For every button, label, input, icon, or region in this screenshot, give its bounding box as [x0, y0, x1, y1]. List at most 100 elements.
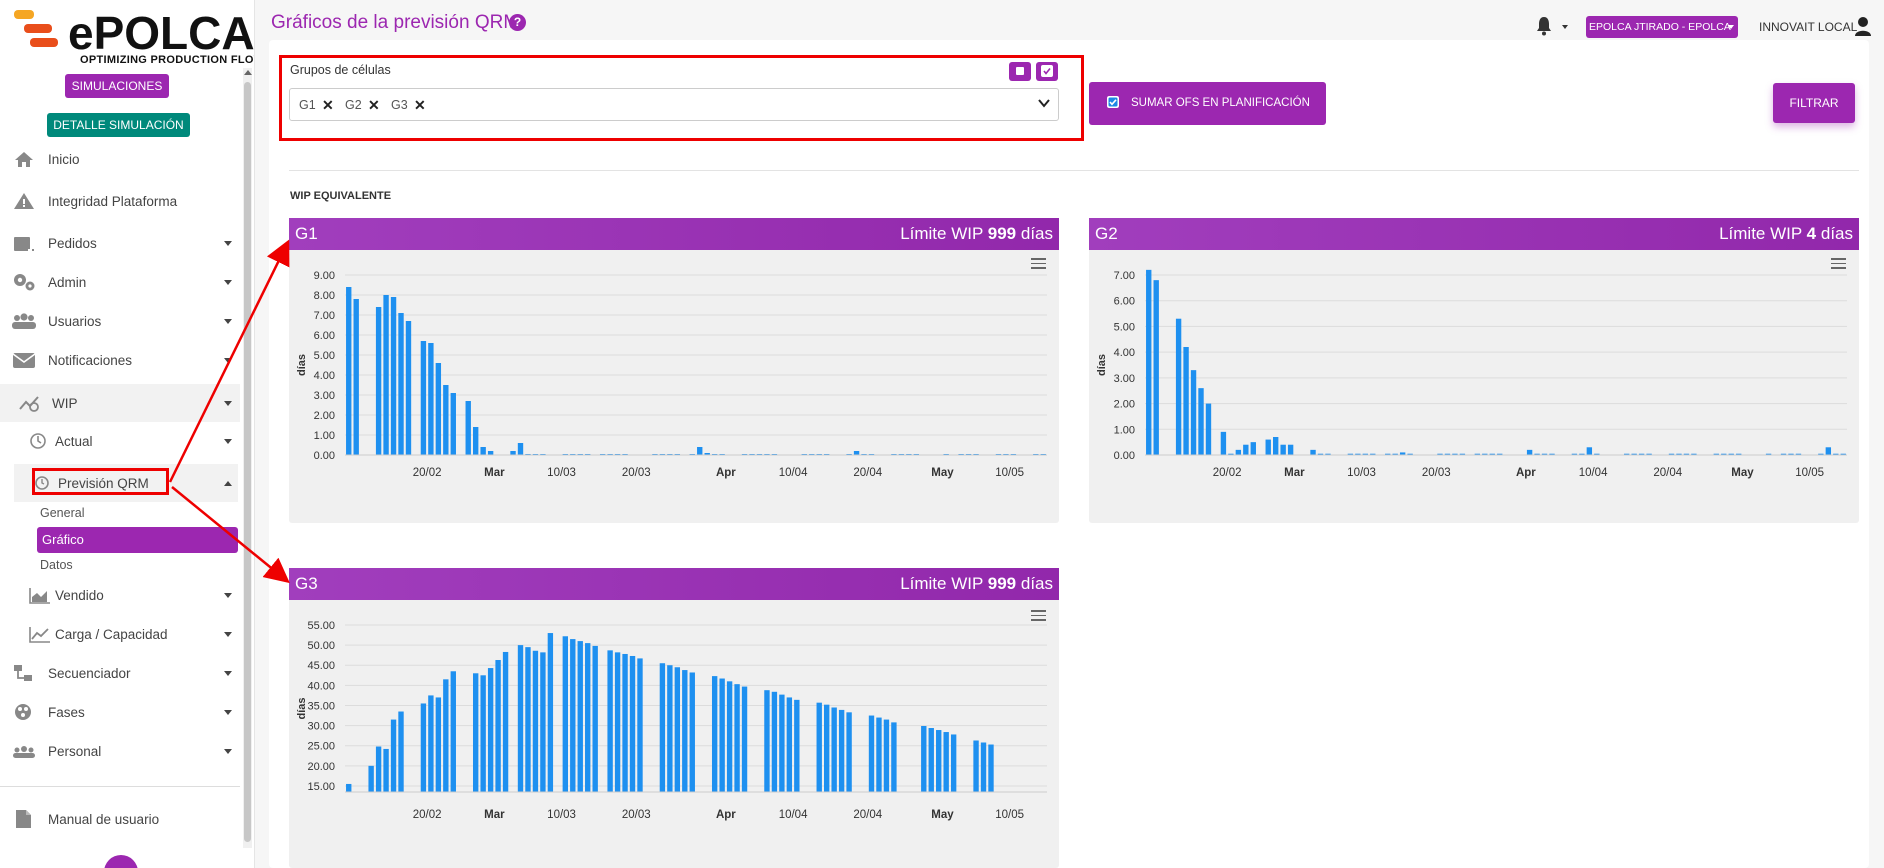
grupos-select[interactable]: G1 ✕ G2 ✕ G3 ✕: [289, 88, 1059, 121]
sidebar-item-manual[interactable]: Manual de usuario: [0, 800, 240, 838]
help-fab-button[interactable]: [104, 855, 138, 868]
bar[interactable]: [659, 663, 666, 792]
user-name[interactable]: INNOVAIT LOCAL: [1759, 20, 1857, 34]
sidebar-item-wip[interactable]: WIP: [0, 384, 240, 422]
simulaciones-button[interactable]: SIMULACIONES: [65, 74, 169, 98]
bar[interactable]: [547, 633, 554, 792]
bar[interactable]: [390, 297, 397, 455]
bar[interactable]: [741, 686, 748, 792]
sidebar-item-notificaciones[interactable]: Notificaciones: [0, 341, 240, 379]
sidebar-item-usuarios[interactable]: Usuarios: [0, 302, 240, 340]
bar[interactable]: [1310, 449, 1316, 455]
bar[interactable]: [794, 699, 800, 792]
bar[interactable]: [450, 393, 456, 455]
bar[interactable]: [1235, 449, 1242, 455]
sidebar-item-fases[interactable]: Fases: [0, 693, 240, 731]
bar[interactable]: [510, 451, 516, 455]
bar[interactable]: [398, 313, 404, 455]
chevron-down-icon[interactable]: [1038, 97, 1050, 109]
bar[interactable]: [876, 717, 882, 792]
company-dropdown[interactable]: EPOLCA JTIRADO - EPOLCA: [1586, 16, 1738, 38]
bar[interactable]: [450, 671, 456, 792]
sidebar-item-carga-capacidad[interactable]: Carga / Capacidad: [0, 615, 240, 653]
bar[interactable]: [443, 679, 449, 792]
bar[interactable]: [868, 715, 875, 792]
bar[interactable]: [1175, 318, 1182, 455]
bar[interactable]: [786, 697, 793, 792]
bar[interactable]: [846, 712, 852, 792]
bar[interactable]: [764, 690, 770, 792]
sidebar-item-pedidos[interactable]: Pedidos: [0, 224, 240, 262]
bar[interactable]: [936, 730, 942, 792]
bar[interactable]: [838, 709, 845, 792]
bar[interactable]: [1280, 444, 1286, 455]
chevron-down-icon[interactable]: [1562, 25, 1568, 29]
bar[interactable]: [577, 641, 583, 792]
bar[interactable]: [383, 295, 389, 455]
bar[interactable]: [465, 401, 471, 455]
checkbox-checked-icon[interactable]: [1107, 96, 1119, 108]
bar[interactable]: [1287, 444, 1294, 455]
bar[interactable]: [480, 675, 486, 792]
epolca-logo[interactable]: ePOLCA OPTIMIZING PRODUCTION FLOW: [10, 4, 254, 66]
bar[interactable]: [622, 653, 628, 792]
bar[interactable]: [540, 652, 546, 792]
bar[interactable]: [980, 742, 987, 792]
bar[interactable]: [674, 667, 681, 792]
bar[interactable]: [517, 443, 524, 455]
sidebar-item-integridad[interactable]: Integridad Plataforma: [0, 182, 240, 220]
sidebar-item-admin[interactable]: Admin: [0, 263, 240, 301]
bar[interactable]: [1190, 370, 1197, 455]
sidebar-item-actual[interactable]: Actual: [0, 422, 240, 460]
bar[interactable]: [689, 672, 695, 792]
bar[interactable]: [1205, 403, 1212, 455]
bar[interactable]: [824, 704, 830, 792]
sidebar-scrollbar-thumb[interactable]: [244, 82, 251, 842]
bar[interactable]: [405, 321, 412, 455]
deselect-all-button[interactable]: [1009, 62, 1031, 81]
bar[interactable]: [368, 765, 374, 792]
bar[interactable]: [532, 650, 539, 792]
scroll-up-icon[interactable]: [244, 70, 252, 75]
bar[interactable]: [517, 645, 524, 792]
filtrar-button[interactable]: FILTRAR: [1773, 83, 1855, 123]
bar[interactable]: [428, 343, 434, 455]
bar[interactable]: [607, 650, 613, 792]
bar[interactable]: [697, 447, 703, 455]
bar[interactable]: [973, 740, 979, 792]
remove-tag-g1-icon[interactable]: ✕: [322, 97, 334, 114]
bar[interactable]: [1265, 439, 1271, 455]
detalle-simulacion-button[interactable]: DETALLE SIMULACIÓN: [47, 113, 190, 137]
bar[interactable]: [420, 341, 427, 455]
bar[interactable]: [1243, 444, 1249, 455]
bar[interactable]: [719, 678, 725, 792]
bar[interactable]: [375, 746, 382, 792]
bar[interactable]: [1146, 269, 1152, 455]
bar[interactable]: [398, 711, 404, 792]
bar[interactable]: [585, 643, 591, 792]
bar[interactable]: [435, 363, 442, 455]
bar[interactable]: [816, 702, 822, 792]
bar[interactable]: [1153, 280, 1159, 455]
subitem-datos[interactable]: Datos: [40, 558, 73, 572]
bar[interactable]: [487, 668, 494, 792]
bar[interactable]: [473, 673, 479, 792]
bar[interactable]: [473, 427, 479, 455]
sidebar-item-vendido[interactable]: Vendido: [0, 576, 240, 614]
bar[interactable]: [1825, 447, 1832, 455]
bar[interactable]: [375, 307, 382, 455]
sidebar-item-personal[interactable]: Personal: [0, 732, 240, 770]
bar[interactable]: [883, 719, 890, 792]
bar[interactable]: [420, 703, 427, 792]
sidebar-item-inicio[interactable]: Inicio: [0, 140, 240, 178]
subitem-grafico[interactable]: Gráfico: [37, 527, 238, 553]
bar[interactable]: [428, 695, 434, 792]
bar[interactable]: [726, 681, 733, 792]
bar[interactable]: [495, 660, 501, 792]
bar[interactable]: [831, 707, 837, 792]
sidebar-item-secuenciador[interactable]: Secuenciador: [0, 654, 240, 692]
bar[interactable]: [562, 636, 568, 792]
bar[interactable]: [1220, 431, 1227, 455]
bar[interactable]: [711, 676, 718, 792]
bar[interactable]: [1586, 447, 1593, 455]
